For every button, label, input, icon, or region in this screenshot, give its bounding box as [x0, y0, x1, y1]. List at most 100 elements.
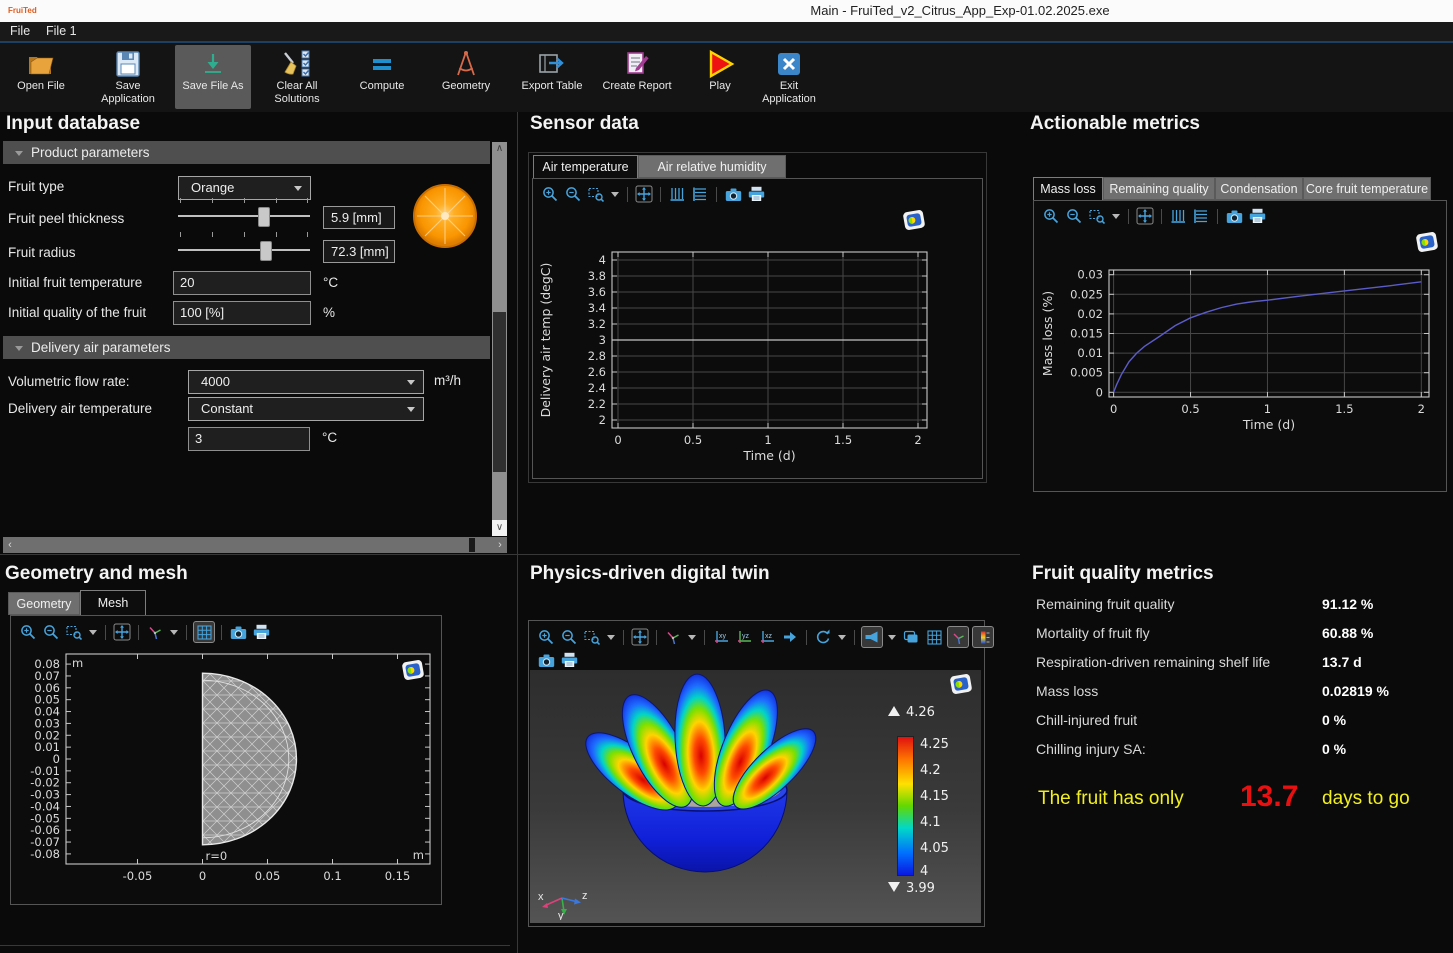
zoom-out-icon[interactable]	[41, 622, 61, 642]
zoom-box-icon[interactable]	[1087, 206, 1107, 226]
sensor-chart[interactable]: 00.511.5222.22.42.62.833.23.43.63.84Time…	[534, 244, 941, 474]
camera-icon[interactable]	[228, 622, 248, 642]
exit-application-button[interactable]: Exit Application	[752, 45, 826, 109]
camera-icon[interactable]	[536, 650, 556, 670]
fruit-type-dropdown[interactable]: Orange	[178, 176, 311, 200]
create-report-button[interactable]: Create Report	[600, 45, 674, 109]
colorbar-tick: 4	[920, 864, 928, 879]
chevron-down-icon[interactable]	[611, 192, 619, 197]
triad-icon[interactable]	[663, 627, 683, 647]
chevron-down-icon[interactable]	[607, 635, 615, 640]
tab-remaining-quality[interactable]: Remaining quality	[1103, 177, 1215, 200]
slider-thumb[interactable]	[260, 241, 272, 261]
print-icon[interactable]	[746, 184, 766, 204]
tab-geometry[interactable]: Geometry	[8, 592, 80, 615]
chevron-down-icon[interactable]	[170, 630, 178, 635]
grid-toggle-icon[interactable]	[193, 621, 215, 643]
tab-condensation[interactable]: Condensation	[1215, 177, 1303, 200]
fit-icon[interactable]	[1135, 206, 1155, 226]
toolbar-separator	[1128, 209, 1129, 224]
zoom-in-icon[interactable]	[1041, 206, 1061, 226]
compute-button[interactable]: Compute	[348, 45, 416, 109]
initial-fruit-temperature-input[interactable]: 20	[173, 271, 311, 295]
scroll-down-arrow[interactable]: ∨	[492, 520, 507, 536]
default-view-icon[interactable]	[780, 627, 800, 647]
chevron-down-icon[interactable]	[89, 630, 97, 635]
tab-core-fruit-temperature[interactable]: Core fruit temperature	[1303, 177, 1431, 200]
delivery-air-temperature-dropdown[interactable]: Constant	[188, 397, 424, 421]
view-xz-icon[interactable]: xz	[757, 627, 777, 647]
tab-air-temperature[interactable]: Air temperature	[533, 155, 638, 178]
menu-file[interactable]: File	[10, 24, 30, 38]
volumetric-flow-rate-dropdown[interactable]: 4000	[188, 370, 424, 394]
view-xy-icon[interactable]: xy	[711, 627, 731, 647]
grid-y-icon[interactable]	[667, 184, 687, 204]
zoom-box-icon[interactable]	[582, 627, 602, 647]
fruit-peel-thickness-slider[interactable]	[178, 206, 310, 226]
horizontal-divider[interactable]	[0, 554, 1020, 555]
play-button[interactable]: Play	[692, 45, 748, 109]
tab-mass-loss[interactable]: Mass loss	[1033, 177, 1103, 200]
fruit-radius-slider[interactable]	[178, 240, 310, 260]
camera-icon[interactable]	[1224, 206, 1244, 226]
scrollbar-thumb[interactable]	[493, 312, 506, 472]
axes-toggle-icon[interactable]	[947, 626, 969, 648]
chevron-down-icon[interactable]	[688, 635, 696, 640]
product-parameters-section-header[interactable]: Product parameters	[3, 141, 490, 164]
tab-mesh[interactable]: Mesh	[80, 590, 146, 615]
fit-icon[interactable]	[112, 622, 132, 642]
export-table-button[interactable]: Export Table	[516, 45, 588, 109]
scroll-up-arrow[interactable]: ∧	[492, 142, 507, 156]
scroll-left-arrow[interactable]: ‹	[3, 537, 17, 553]
scrollbar-thumb-end[interactable]	[469, 538, 475, 552]
input-horizontal-scrollbar[interactable]: ‹ ›	[3, 537, 507, 553]
menu-file-1[interactable]: File 1	[46, 24, 77, 38]
legend-toggle-icon[interactable]	[972, 626, 994, 648]
grid-toggle-icon[interactable]	[924, 627, 944, 647]
fruit-peel-thickness-value[interactable]: 5.9 [mm]	[323, 206, 395, 229]
delivery-air-temperature-label: Delivery air temperature	[8, 401, 152, 416]
open-file-button[interactable]: Open File	[8, 45, 74, 109]
grid-y-icon[interactable]	[1168, 206, 1188, 226]
save-file-as-button[interactable]: Save File As	[175, 45, 251, 109]
zoom-box-icon[interactable]	[64, 622, 84, 642]
slider-thumb[interactable]	[258, 207, 270, 227]
tab-air-relative-humidity[interactable]: Air relative humidity	[638, 155, 786, 178]
zoom-in-icon[interactable]	[536, 627, 556, 647]
mesh-chart[interactable]: -0.0500.050.10.150.080.070.060.050.040.0…	[14, 646, 436, 898]
fruit-peel-thickness-label: Fruit peel thickness	[8, 211, 124, 226]
zoom-in-icon[interactable]	[540, 184, 560, 204]
fruit-radius-value[interactable]: 72.3 [mm]	[323, 240, 395, 263]
camera-icon[interactable]	[723, 184, 743, 204]
perspective-icon[interactable]	[861, 626, 883, 648]
triad-icon[interactable]	[145, 622, 165, 642]
zoom-out-icon[interactable]	[1064, 206, 1084, 226]
view-yz-icon[interactable]: yz	[734, 627, 754, 647]
chevron-down-icon[interactable]	[888, 635, 896, 640]
scene-icon[interactable]	[901, 627, 921, 647]
zoom-box-icon[interactable]	[586, 184, 606, 204]
print-icon[interactable]	[559, 650, 579, 670]
input-vertical-scrollbar[interactable]: ∧ ∨	[492, 142, 507, 536]
chevron-down-icon[interactable]	[838, 635, 846, 640]
grid-x-icon[interactable]	[690, 184, 710, 204]
zoom-in-icon[interactable]	[18, 622, 38, 642]
constant-temperature-input[interactable]: 3	[188, 427, 310, 451]
rotate-icon[interactable]	[813, 627, 833, 647]
grid-x-icon[interactable]	[1191, 206, 1211, 226]
print-icon[interactable]	[1247, 206, 1267, 226]
chevron-down-icon[interactable]	[1112, 214, 1120, 219]
zoom-out-icon[interactable]	[563, 184, 583, 204]
mass-loss-chart[interactable]: 00.511.5200.0050.010.0150.020.0250.03Tim…	[1036, 262, 1441, 447]
vertical-divider[interactable]	[517, 112, 518, 953]
delivery-air-parameters-section-header[interactable]: Delivery air parameters	[3, 336, 490, 359]
clear-all-solutions-button[interactable]: Clear All Solutions	[258, 45, 336, 109]
print-icon[interactable]	[251, 622, 271, 642]
zoom-out-icon[interactable]	[559, 627, 579, 647]
geometry-button[interactable]: Geometry	[432, 45, 500, 109]
scroll-right-arrow[interactable]: ›	[493, 537, 507, 553]
fit-icon[interactable]	[634, 184, 654, 204]
fit-icon[interactable]	[630, 627, 650, 647]
initial-quality-input[interactable]: 100 [%]	[173, 301, 311, 325]
save-application-button[interactable]: Save Application	[88, 45, 168, 109]
